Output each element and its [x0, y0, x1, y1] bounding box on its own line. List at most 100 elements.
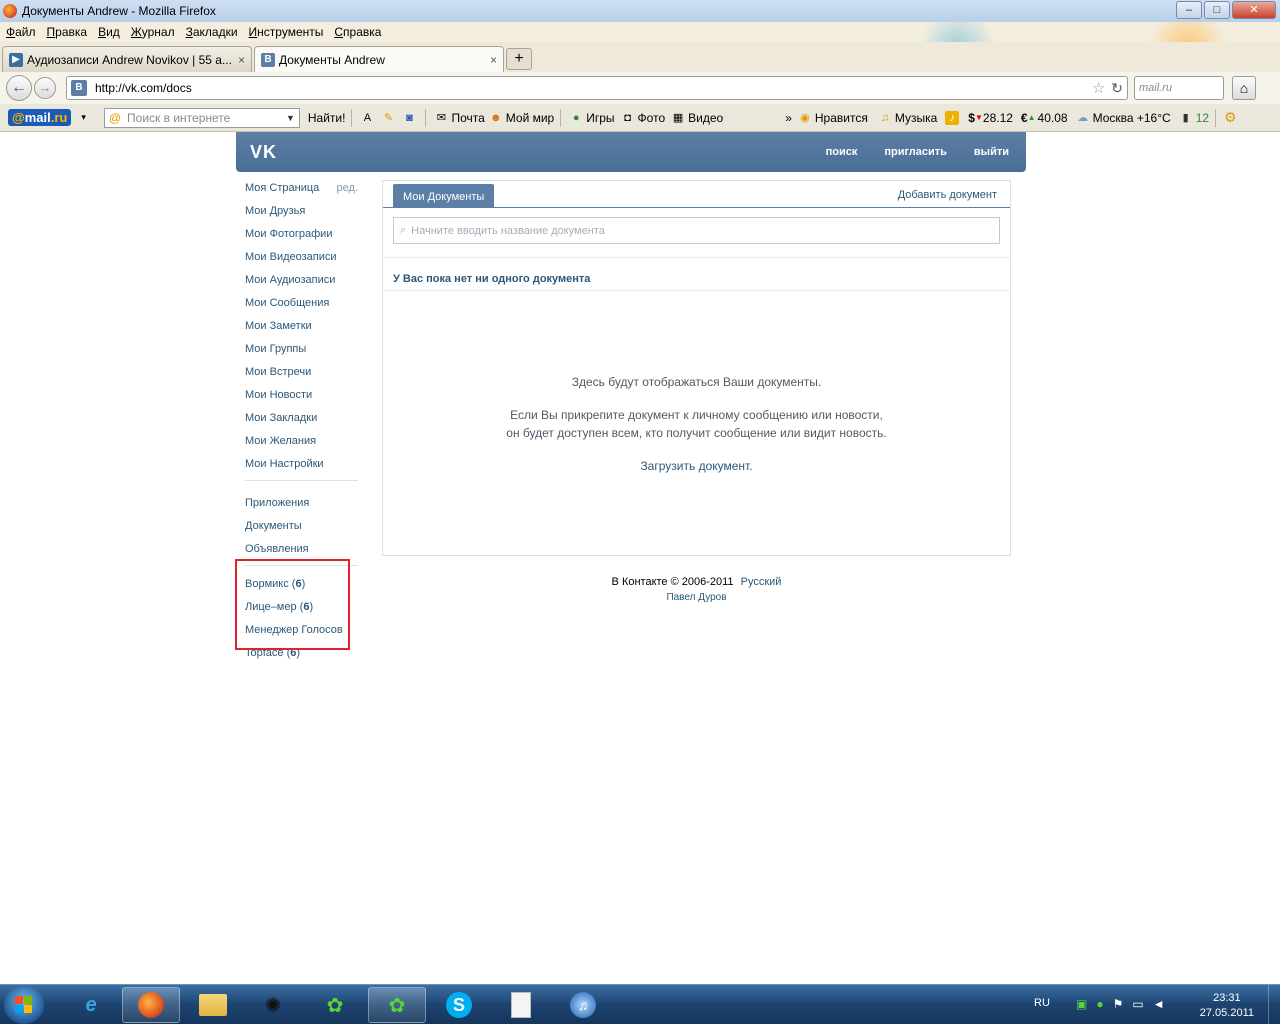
itunes-icon[interactable]: ♫ — [554, 987, 612, 1023]
tab-close-icon[interactable]: × — [490, 53, 497, 67]
photo-link[interactable]: ◘ Фото — [621, 111, 665, 125]
vk-search-link[interactable]: поиск — [826, 146, 858, 158]
empty-line-1: Здесь будут отображаться Ваши документы. — [571, 375, 822, 389]
more-chevron-icon[interactable]: » — [785, 111, 792, 125]
video-link[interactable]: ▦ Видео — [671, 111, 723, 125]
tab-documents[interactable]: B Документы Andrew × — [254, 46, 504, 72]
tab-close-icon[interactable]: × — [238, 53, 245, 67]
clock[interactable]: 23:31 27.05.2011 — [1200, 991, 1254, 1021]
menu-bar: Файл Правка Вид Журнал Закладки Инструме… — [0, 22, 1280, 42]
add-document-link[interactable]: Добавить документ — [898, 189, 997, 201]
network-icon[interactable]: ▭ — [1132, 997, 1143, 1011]
sidebar-item-documents[interactable]: Документы — [245, 518, 358, 541]
reload-icon[interactable]: ↻ — [1111, 80, 1123, 97]
tray-icq-icon[interactable]: ● — [1096, 997, 1103, 1011]
mailru-search-input[interactable]: @ Поиск в интернете ▼ — [103, 107, 300, 128]
vk-invite-link[interactable]: пригласить — [884, 146, 947, 158]
sidebar-item-applications[interactable]: Приложения — [245, 495, 358, 518]
play-icon: ▶ — [9, 52, 23, 67]
icq-icon[interactable]: ✿ — [306, 987, 364, 1023]
find-button[interactable]: Найти! — [308, 111, 346, 125]
traffic-light-icon: ▮ — [1182, 111, 1189, 124]
start-button[interactable] — [4, 986, 44, 1024]
address-bar[interactable]: B http://vk.com/docs ☆ ↻ — [66, 76, 1128, 100]
tab-bar: ▶ Аудиозаписи Andrew Novikov | 55 а... ×… — [0, 42, 1280, 72]
sidebar-item-news[interactable]: Мои Новости — [245, 387, 358, 410]
traffic-link[interactable]: ▮ 12 — [1179, 111, 1209, 125]
search-box[interactable]: mail.ru — [1134, 76, 1224, 100]
url-text[interactable]: http://vk.com/docs — [95, 81, 1092, 95]
highlight-icon[interactable]: ✎ — [381, 111, 398, 125]
empty-line-2: Если Вы прикрепите документ к личному со… — [510, 408, 883, 422]
envelope-icon: ✉ — [436, 111, 447, 124]
author-link[interactable]: Павел Дуров — [382, 590, 1011, 606]
sidebar-item-my-page[interactable]: Моя Страница ред. — [245, 180, 358, 203]
games-link[interactable]: ● Игры — [569, 111, 615, 125]
chevron-down-icon[interactable]: ▼ — [286, 113, 295, 123]
sidebar-item-bookmarks[interactable]: Мои Закладки — [245, 410, 358, 433]
mail-link[interactable]: ✉ Почта — [434, 111, 485, 125]
menu-tools[interactable]: Инструменты — [249, 25, 324, 39]
mailru-menu-chevron-down-icon[interactable]: ▾ — [81, 112, 86, 123]
language-indicator[interactable]: RU — [1034, 997, 1050, 1009]
menu-help[interactable]: Справка — [334, 25, 381, 39]
vk-favicon-icon: B — [261, 52, 275, 67]
settings-gear-icon[interactable]: ⚙ — [1224, 109, 1237, 126]
tray-app-icon[interactable]: ▣ — [1076, 997, 1087, 1011]
firefox-icon[interactable] — [122, 987, 180, 1023]
home-button[interactable]: ⌂ — [1232, 76, 1256, 100]
music-link[interactable]: ♫ Музыка — [878, 111, 938, 125]
document-search-input[interactable]: ⌕ Начните вводить название документа — [393, 217, 1000, 244]
menu-view[interactable]: Вид — [98, 25, 120, 39]
maximize-button[interactable]: □ — [1204, 1, 1230, 19]
menu-bookmarks[interactable]: Закладки — [186, 25, 238, 39]
action-center-flag-icon[interactable]: ⚑ — [1113, 997, 1124, 1011]
page-search-icon[interactable]: ◙ — [402, 111, 419, 125]
new-tab-button[interactable]: + — [506, 48, 532, 70]
tab-my-documents[interactable]: Мои Документы — [393, 184, 495, 208]
menu-edit[interactable]: Правка — [47, 25, 88, 39]
close-button[interactable]: ✕ — [1232, 1, 1276, 19]
tab-label: Документы Andrew — [279, 52, 385, 67]
sidebar-item-videos[interactable]: Мои Видеозаписи — [245, 249, 358, 272]
sidebar-item-friends[interactable]: Мои Друзья — [245, 203, 358, 226]
sidebar-item-groups[interactable]: Мои Группы — [245, 341, 358, 364]
back-button[interactable]: ← — [6, 75, 32, 101]
notes-icon[interactable]: ♪ — [945, 110, 962, 125]
sidebar-item-audio[interactable]: Мои Аудиозаписи — [245, 272, 358, 295]
weather-link[interactable]: ☁ Москва +16°C — [1076, 111, 1171, 125]
scorpion-app-icon[interactable]: ✺ — [244, 987, 302, 1023]
skype-icon[interactable]: S — [430, 987, 488, 1023]
vk-logo[interactable]: VK — [250, 142, 277, 163]
menu-history[interactable]: Журнал — [131, 25, 175, 39]
explorer-folder-icon[interactable] — [184, 987, 242, 1023]
internet-explorer-icon[interactable]: e — [62, 987, 120, 1023]
icq-offline-icon[interactable]: ✿ — [368, 987, 426, 1023]
font-size-icon[interactable]: A — [360, 111, 377, 125]
sidebar-item-notes[interactable]: Мои Заметки — [245, 318, 358, 341]
minimize-button[interactable]: – — [1176, 1, 1202, 19]
vk-logout-link[interactable]: выйти — [974, 146, 1009, 158]
sidebar-item-messages[interactable]: Мои Сообщения — [245, 295, 358, 318]
language-link[interactable]: Русский — [741, 576, 782, 588]
mailru-logo[interactable]: @mail.ru — [8, 109, 72, 126]
usd-rate[interactable]: $ ▼ 28.12 — [968, 111, 1013, 125]
bookmark-star-icon[interactable]: ☆ — [1092, 79, 1105, 97]
like-link[interactable]: ◉ Нравится — [798, 111, 868, 125]
document-icon[interactable] — [492, 987, 550, 1023]
eur-rate[interactable]: € ▲ 40.08 — [1021, 111, 1068, 125]
sidebar-edit-link[interactable]: ред. — [337, 180, 358, 203]
volume-icon[interactable]: ◄ — [1153, 997, 1165, 1011]
empty-documents-message: Здесь будут отображаться Ваши документы.… — [383, 373, 1010, 490]
sidebar-item-settings[interactable]: Мои Настройки — [245, 456, 358, 479]
tab-audio[interactable]: ▶ Аудиозаписи Andrew Novikov | 55 а... × — [2, 46, 252, 72]
menu-file[interactable]: Файл — [6, 25, 36, 39]
sidebar-item-events[interactable]: Мои Встречи — [245, 364, 358, 387]
forward-button[interactable]: → — [34, 77, 56, 99]
sidebar-item-photos[interactable]: Мои Фотографии — [245, 226, 358, 249]
sidebar-item-wishes[interactable]: Мои Желания — [245, 433, 358, 456]
upload-document-link[interactable]: Загрузить документ. — [383, 457, 1010, 475]
show-desktop-button[interactable] — [1268, 985, 1280, 1024]
my-world-link[interactable]: ☻ Мой мир — [489, 111, 554, 125]
search-placeholder: mail.ru — [1139, 82, 1173, 94]
